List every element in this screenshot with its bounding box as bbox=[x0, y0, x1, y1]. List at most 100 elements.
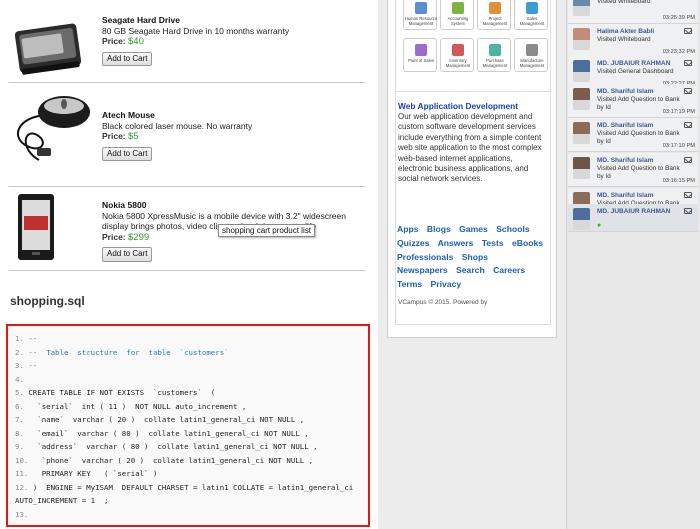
price-label: Price: bbox=[102, 231, 126, 242]
product-item-seagate: Seagate Hard Drive 80 GB Seagate Hard Dr… bbox=[9, 15, 365, 75]
services-card: Human Resource Management Accounting Syst… bbox=[387, 0, 557, 338]
footer-link[interactable]: Terms bbox=[397, 279, 422, 289]
add-to-cart-button[interactable]: Add to Cart bbox=[102, 146, 153, 161]
code-line: 13. bbox=[15, 510, 368, 524]
user-activity-item[interactable]: Visited Whiteboard 03:25:39 PM bbox=[568, 0, 698, 24]
line-number: 7. bbox=[15, 415, 29, 424]
product-name: Nokia 5800 bbox=[102, 200, 147, 210]
footer-link[interactable]: Careers bbox=[493, 265, 525, 275]
app-tile-label: Manufacture Management bbox=[519, 58, 545, 68]
app-tile-icon bbox=[415, 2, 427, 14]
product-name: Seagate Hard Drive bbox=[102, 15, 180, 25]
app-tile[interactable]: Manufacture Management bbox=[514, 38, 548, 72]
app-tile-label: Purchase Management bbox=[482, 58, 508, 68]
mail-icon[interactable] bbox=[684, 157, 692, 163]
code-text: `email` varchar ( 80 ) collate latin1_ge… bbox=[28, 428, 309, 438]
sql-code-block: 1. -- 2. -- Table structure for table `cu… bbox=[6, 324, 370, 527]
tooltip: shopping cart product list bbox=[218, 224, 315, 237]
code-line: 9. `address` varchar ( 80 ) collate lati… bbox=[15, 442, 368, 456]
code-line: 2. -- Table structure for table `custome… bbox=[15, 348, 368, 362]
product-item-mouse: Atech Mouse Black colored laser mouse. N… bbox=[9, 90, 365, 180]
code-line: AUTO_INCREMENT = 1 ; bbox=[15, 496, 368, 510]
code-line: 3. -- bbox=[15, 361, 368, 375]
footer-link[interactable]: Blogs bbox=[427, 224, 451, 234]
divider bbox=[9, 82, 365, 83]
divider bbox=[9, 186, 365, 187]
code-line: 12. ) ENGINE = MyISAM DEFAULT CHARSET = … bbox=[15, 483, 368, 497]
code-line: 10. `phone` varchar ( 20 ) collate latin… bbox=[15, 456, 368, 470]
avatar bbox=[573, 122, 590, 144]
footer-link[interactable]: eBooks bbox=[512, 238, 543, 248]
footer-link[interactable]: Newspapers bbox=[397, 265, 448, 275]
user-activity-item[interactable]: MD. JUBAIUR RAHMAN ● bbox=[568, 204, 698, 232]
app-tile[interactable]: Sales Management bbox=[514, 0, 548, 30]
add-to-cart-button[interactable]: Add to Cart bbox=[102, 247, 153, 262]
app-tile[interactable]: Human Resource Management bbox=[403, 0, 437, 30]
user-name[interactable]: MD. Shariful Islam bbox=[597, 192, 653, 199]
footer-link[interactable]: Professionals bbox=[397, 252, 453, 262]
line-number: 14. bbox=[15, 523, 33, 525]
user-activity: Visited General Dashboard bbox=[597, 68, 674, 75]
footer-links: Apps Blogs Games Schools Quizzes Answers… bbox=[397, 223, 553, 292]
app-tile-label: Accounting System bbox=[447, 16, 469, 26]
mail-icon[interactable] bbox=[684, 88, 692, 94]
code-text: -- bbox=[28, 334, 38, 343]
user-activity-item[interactable]: MD. Shariful IslamVisited Add Question t… bbox=[568, 153, 698, 187]
app-tile-label: Point of Sales bbox=[408, 58, 434, 63]
app-tile[interactable]: Point of Sales bbox=[403, 38, 437, 72]
product-column: Seagate Hard Drive 80 GB Seagate Hard Dr… bbox=[0, 0, 378, 529]
mail-icon[interactable] bbox=[684, 122, 692, 128]
section-text: Our web application development and cust… bbox=[398, 112, 542, 184]
add-to-cart-button[interactable]: Add to Cart bbox=[102, 51, 153, 66]
product-name: Atech Mouse bbox=[102, 110, 155, 120]
mail-icon[interactable] bbox=[684, 208, 692, 214]
footer-link[interactable]: Schools bbox=[496, 224, 529, 234]
code-text: -- bbox=[33, 523, 42, 525]
user-activity-item[interactable]: MD. Shariful IslamVisited Add Question t… bbox=[568, 84, 698, 118]
price-value: $40 bbox=[128, 36, 144, 47]
code-text: AUTO_INCREMENT = 1 ; bbox=[15, 496, 109, 505]
app-tile-icon bbox=[415, 44, 427, 56]
mail-icon[interactable] bbox=[684, 60, 692, 66]
user-name[interactable]: MD. JUBAIUR RAHMAN bbox=[597, 60, 670, 67]
user-activity-item[interactable]: MD. Shariful IslamVisited Add Question t… bbox=[568, 118, 698, 152]
line-number: 9. bbox=[15, 442, 29, 451]
footer-link[interactable]: Answers bbox=[438, 238, 474, 248]
user-name[interactable]: Halima Akter Babli bbox=[597, 28, 654, 35]
app-tile[interactable]: Purchase Management bbox=[477, 38, 511, 72]
app-tile[interactable]: Inventory Management bbox=[440, 38, 474, 72]
footer-link[interactable]: Privacy bbox=[431, 279, 462, 289]
online-status-icon: ● bbox=[597, 222, 602, 229]
footer-link[interactable]: Games bbox=[459, 224, 488, 234]
user-name[interactable]: MD. JUBAIUR RAHMAN bbox=[597, 208, 670, 215]
user-activity-item[interactable]: Halima Akter Babli Visited Whiteboard 03:2… bbox=[568, 24, 698, 58]
app-tile-icon bbox=[526, 2, 538, 14]
mail-icon[interactable] bbox=[684, 192, 692, 198]
section-title[interactable]: Web Application Development bbox=[398, 101, 518, 111]
code-text: PRIMARY KEY ( `serial` ) bbox=[32, 469, 158, 478]
code-line: 5. CREATE TABLE IF NOT EXISTS `customers… bbox=[15, 388, 368, 402]
avatar bbox=[573, 157, 590, 179]
user-name[interactable]: MD. Shariful Islam bbox=[597, 88, 653, 95]
code-line: 4. bbox=[15, 375, 368, 389]
user-name[interactable]: MD. Shariful Islam bbox=[597, 157, 653, 164]
user-name[interactable]: MD. Shariful Islam bbox=[597, 122, 653, 129]
user-activity: Visited Whiteboard bbox=[597, 0, 651, 5]
hard-drive-icon bbox=[14, 23, 82, 75]
mail-icon[interactable] bbox=[684, 28, 692, 34]
footer-link[interactable]: Tests bbox=[482, 238, 504, 248]
avatar bbox=[573, 208, 590, 230]
footer-link[interactable]: Quizzes bbox=[397, 238, 429, 248]
app-tile[interactable]: Project Management bbox=[477, 0, 511, 30]
code-text: `name` varchar ( 20 ) collate latin1_gen… bbox=[28, 415, 305, 424]
footer-link[interactable]: Shops bbox=[462, 252, 488, 262]
app-tile-icon bbox=[489, 44, 501, 56]
app-tile-icon bbox=[452, 2, 464, 14]
line-number: 12. bbox=[15, 482, 33, 492]
footer-link[interactable]: Search bbox=[456, 265, 485, 275]
app-tile[interactable]: Accounting System bbox=[440, 0, 474, 30]
app-tile-label: Sales Management bbox=[519, 16, 545, 26]
footer-link[interactable]: Apps bbox=[397, 224, 418, 234]
price-label: Price: bbox=[102, 36, 126, 46]
phone-icon bbox=[18, 194, 54, 260]
